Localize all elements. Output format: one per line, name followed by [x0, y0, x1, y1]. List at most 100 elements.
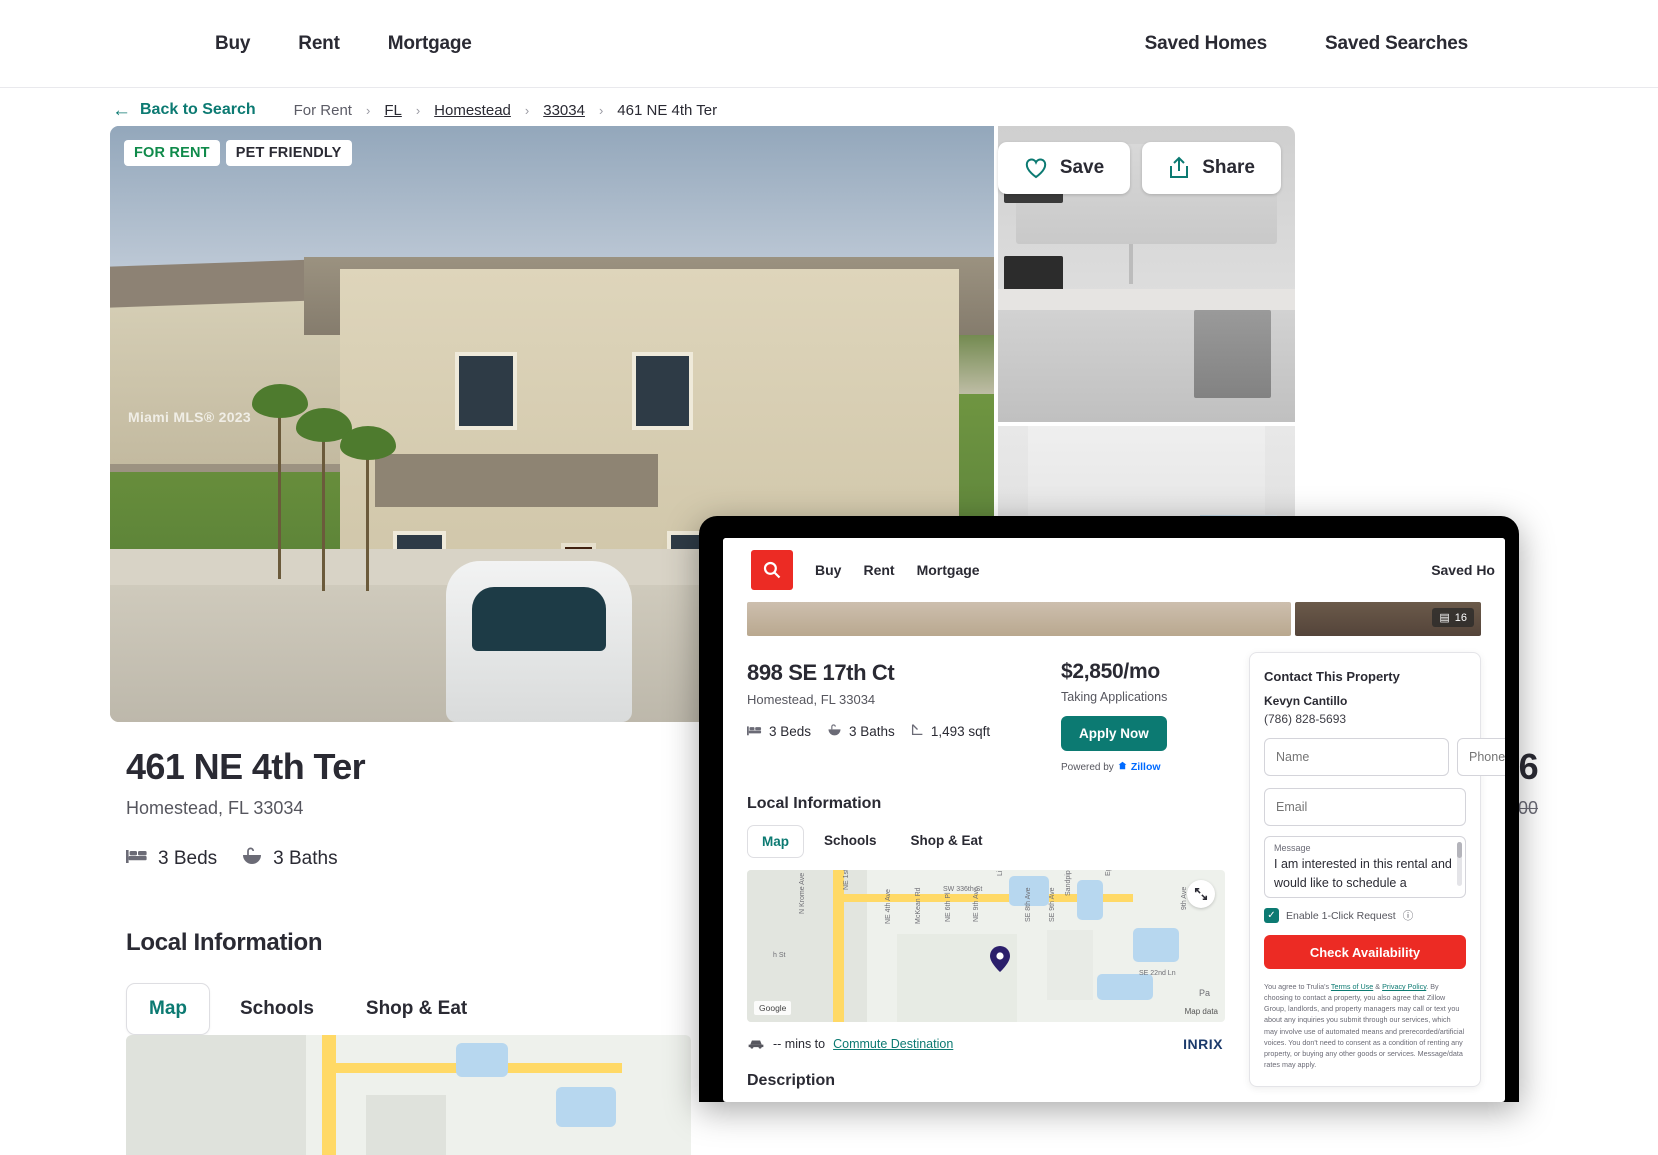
legal-disclaimer: You agree to Trulia's Terms of Use & Pri…: [1264, 981, 1466, 1070]
overlay-local-information-title: Local Information: [747, 795, 882, 812]
overlay-fact-sqft-label: 1,493 sqft: [930, 723, 991, 739]
breadcrumb-item-zip[interactable]: 33034: [543, 102, 585, 119]
map-label: McKean Rd: [915, 887, 922, 924]
map-pin-icon: [990, 946, 1010, 972]
contact-agent-phone: (786) 828-5693: [1264, 712, 1347, 726]
one-click-request-checkbox[interactable]: ✓: [1264, 908, 1279, 923]
area-icon: [911, 723, 924, 739]
overlay-page-title: 898 SE 17th Ct: [747, 660, 895, 685]
photo-action-buttons: Save Share: [997, 142, 1281, 194]
nav-rent[interactable]: Rent: [298, 33, 340, 55]
primary-nav: Buy Rent Mortgage: [215, 33, 472, 55]
tab-schools[interactable]: Schools: [218, 984, 336, 1034]
arrow-left-icon: ←: [112, 99, 131, 121]
map-label: NE 6th Pl: [945, 892, 952, 922]
back-to-search-label: Back to Search: [140, 101, 256, 118]
message-field-label: Message: [1274, 843, 1311, 853]
overlay-tab-schools[interactable]: Schools: [810, 825, 891, 858]
fact-beds: 3 Beds: [126, 848, 217, 870]
apply-now-button[interactable]: Apply Now: [1061, 716, 1167, 751]
chevron-right-icon: ›: [598, 102, 604, 118]
fact-baths-label: 3 Baths: [273, 848, 338, 869]
overlay-nav-saved-homes[interactable]: Saved Ho: [1431, 562, 1505, 578]
powered-by-attribution: Powered by Zillow: [1061, 761, 1231, 773]
powered-by-label: Powered by: [1061, 761, 1114, 773]
legal-prefix: You agree to Trulia's: [1264, 982, 1330, 991]
terms-of-use-link[interactable]: Terms of Use: [1331, 982, 1373, 991]
zillow-house-icon: [1118, 761, 1127, 773]
save-button-label: Save: [1059, 157, 1105, 178]
expand-map-button[interactable]: [1187, 880, 1215, 908]
nav-saved-homes[interactable]: Saved Homes: [1145, 33, 1268, 55]
photo-count-label: 16: [1454, 611, 1467, 624]
overlay-nav-rent[interactable]: Rent: [863, 562, 894, 578]
overlay-fact-beds-label: 3 Beds: [769, 723, 812, 739]
heart-icon: [1024, 157, 1048, 179]
fact-baths: 3 Baths: [241, 847, 338, 871]
photo-count-badge[interactable]: ▤ 16: [1432, 608, 1474, 627]
overlay-body: 898 SE 17th Ct Homestead, FL 33034 3 Bed…: [723, 636, 1505, 1090]
nav-buy[interactable]: Buy: [215, 33, 250, 55]
secondary-browser-window: Buy Rent Mortgage Saved Ho ▤ 16 898 SE 1…: [699, 516, 1519, 1102]
page-title: 461 NE 4th Ter: [126, 746, 366, 787]
contact-card-title: Contact This Property: [1264, 669, 1400, 684]
nav-saved-searches[interactable]: Saved Searches: [1325, 33, 1468, 55]
site-header: Buy Rent Mortgage Saved Homes Saved Sear…: [0, 0, 1658, 88]
description-title: Description: [747, 1072, 836, 1089]
help-icon[interactable]: ⓘ: [1403, 908, 1414, 923]
bath-icon: [241, 847, 263, 871]
legal-amp: &: [1375, 982, 1381, 991]
map-label: Sandpiper Blvd: [1065, 870, 1072, 896]
legal-body: . By choosing to contact a property, you…: [1264, 982, 1465, 1070]
phone-field[interactable]: [1457, 738, 1505, 776]
map-label: Egret Rd: [1105, 870, 1112, 876]
status-badge-for-rent: FOR RENT: [124, 140, 220, 166]
map-label: NE 4th Ave: [885, 889, 892, 924]
map-label: SE 8th Ave: [1025, 887, 1032, 922]
back-to-search-button[interactable]: ← Back to Search: [112, 101, 256, 120]
chevron-right-icon: ›: [415, 102, 421, 118]
commute-destination-link[interactable]: Commute Destination: [833, 1037, 953, 1051]
overlay-fact-baths: 3 Baths: [827, 723, 895, 739]
tab-shop-eat[interactable]: Shop & Eat: [344, 984, 489, 1034]
local-map[interactable]: [126, 1035, 691, 1155]
contact-agent-name: Kevyn Cantillo: [1264, 694, 1348, 708]
overlay-site-header: Buy Rent Mortgage Saved Ho: [723, 538, 1505, 602]
commute-row: -- mins to Commute Destination INRIX: [747, 1036, 1231, 1052]
chevron-right-icon: ›: [365, 102, 371, 118]
overlay-local-map[interactable]: SW 336th St Liberty Dr Egret Rd Sandpipe…: [747, 870, 1225, 1022]
check-availability-button[interactable]: Check Availability: [1264, 935, 1466, 969]
overlay-tab-shop-eat[interactable]: Shop & Eat: [897, 825, 997, 858]
breadcrumb-item-fl[interactable]: FL: [384, 102, 402, 119]
overlay-nav-mortgage[interactable]: Mortgage: [917, 562, 980, 578]
overlay-tab-map[interactable]: Map: [747, 825, 804, 858]
email-field[interactable]: [1264, 788, 1466, 826]
breadcrumb-item-homestead[interactable]: Homestead: [434, 102, 511, 119]
status-badge-pet-friendly: PET FRIENDLY: [225, 140, 352, 166]
overlay-local-information-tabs: Map Schools Shop & Eat: [747, 825, 1231, 858]
tab-map[interactable]: Map: [126, 983, 210, 1035]
map-data-attribution: Map data: [1184, 1007, 1218, 1016]
share-button[interactable]: Share: [1142, 142, 1281, 194]
overlay-photo-secondary[interactable]: ▤ 16: [1295, 602, 1481, 636]
save-button[interactable]: Save: [997, 142, 1131, 194]
nav-mortgage[interactable]: Mortgage: [388, 33, 472, 55]
overlay-photo-strip: ▤ 16: [723, 602, 1505, 636]
photo-badges: FOR RENT PET FRIENDLY: [124, 140, 352, 166]
breadcrumb-item-current: 461 NE 4th Ter: [617, 101, 718, 119]
map-label: NE 1st Ave: [843, 870, 850, 890]
map-label: SE 22nd Ln: [1139, 970, 1176, 977]
message-field[interactable]: Message I am interested in this rental a…: [1264, 836, 1466, 898]
name-field[interactable]: [1264, 738, 1449, 776]
overlay-photo-main[interactable]: [747, 602, 1291, 636]
search-icon[interactable]: [751, 550, 793, 590]
map-label: Pa: [1199, 988, 1211, 998]
message-scrollbar[interactable]: [1457, 842, 1462, 886]
privacy-policy-link[interactable]: Privacy Policy: [1382, 982, 1426, 991]
zillow-brand-label: Zillow: [1130, 761, 1161, 773]
inrix-logo: INRIX: [1183, 1036, 1223, 1052]
overlay-main-column: 898 SE 17th Ct Homestead, FL 33034 3 Bed…: [747, 660, 1231, 1090]
photos-icon: ▤: [1439, 612, 1450, 624]
overlay-nav-buy[interactable]: Buy: [815, 562, 841, 578]
google-attribution: Google: [754, 1001, 792, 1015]
